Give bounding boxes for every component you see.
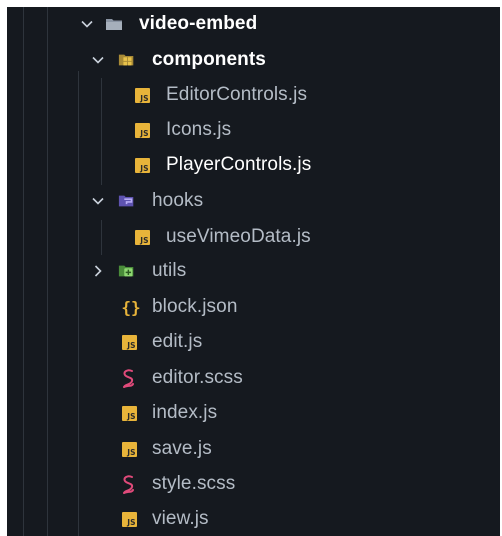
scss-file-icon — [120, 475, 138, 494]
tree-folder-video-embed[interactable]: video-embed — [7, 7, 500, 41]
tree-item-label: block.json — [152, 296, 238, 317]
js-file-icon: JS — [120, 333, 138, 351]
js-file-icon: JS — [133, 228, 151, 246]
tree-item-label: view.js — [152, 508, 209, 529]
file-explorer: video-embed components JS EditorControls… — [7, 7, 500, 536]
tree-file-view-js[interactable]: JS view.js — [7, 502, 500, 536]
tree-item-label: useVimeoData.js — [166, 226, 311, 247]
js-file-icon: JS — [120, 510, 138, 528]
tree-file-block-json[interactable]: {} block.json — [7, 290, 500, 324]
scss-file-icon — [120, 369, 138, 388]
components-folder-icon — [118, 51, 136, 69]
tree-item-label: editor.scss — [152, 367, 243, 388]
tree-item-label: components — [152, 49, 266, 70]
tree-item-label: video-embed — [139, 13, 258, 34]
tree-item-label: hooks — [152, 190, 204, 211]
tree-file-editorcontrols-js[interactable]: JS EditorControls.js — [7, 78, 500, 112]
tree-item-label: save.js — [152, 438, 212, 459]
js-file-icon: JS — [120, 404, 138, 422]
folder-icon — [105, 15, 123, 33]
chevron-right-icon[interactable] — [90, 263, 106, 279]
chevron-down-icon[interactable] — [79, 16, 95, 32]
tree-file-edit-js[interactable]: JS edit.js — [7, 325, 500, 359]
hooks-folder-icon — [118, 192, 136, 210]
tree-item-label: index.js — [152, 402, 218, 423]
json-file-icon: {} — [121, 297, 141, 317]
tree-folder-hooks[interactable]: hooks — [7, 184, 500, 218]
tree-file-index-js[interactable]: JS index.js — [7, 396, 500, 430]
tree-file-icons-js[interactable]: JS Icons.js — [7, 113, 500, 147]
tree-item-label: edit.js — [152, 331, 203, 352]
chevron-down-icon[interactable] — [90, 52, 106, 68]
chevron-down-icon[interactable] — [90, 193, 106, 209]
tree-file-save-js[interactable]: JS save.js — [7, 432, 500, 466]
js-file-icon: JS — [120, 440, 138, 458]
tree-item-label: EditorControls.js — [166, 84, 308, 105]
tree-folder-utils[interactable]: utils — [7, 254, 500, 288]
tree-file-editor-scss[interactable]: editor.scss — [7, 361, 500, 395]
js-file-icon: JS — [133, 86, 151, 104]
utils-folder-icon — [118, 262, 136, 280]
tree-item-label: utils — [152, 260, 187, 281]
tree-folder-components[interactable]: components — [7, 43, 500, 77]
js-file-icon: JS — [133, 121, 151, 139]
tree-item-label: PlayerControls.js — [166, 154, 312, 175]
js-file-icon: JS — [133, 156, 151, 174]
tree-file-usevimeodata-js[interactable]: JS useVimeoData.js — [7, 220, 500, 254]
tree-item-label: style.scss — [152, 473, 236, 494]
tree-item-label: Icons.js — [166, 119, 232, 140]
tree-file-style-scss[interactable]: style.scss — [7, 467, 500, 501]
tree-file-playercontrols-js[interactable]: JS PlayerControls.js — [7, 148, 500, 182]
